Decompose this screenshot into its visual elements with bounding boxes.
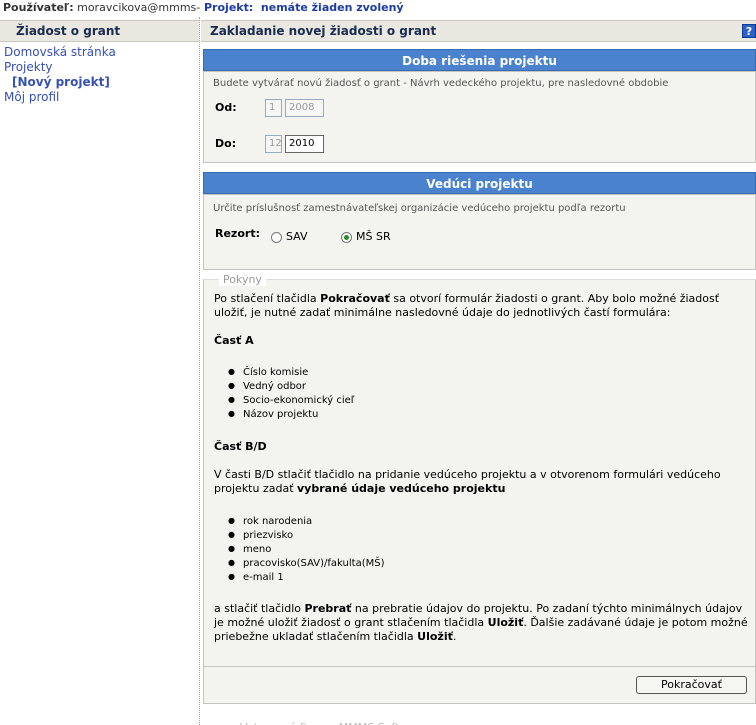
user-email: moravcikova@mmms-softec: [77, 1, 200, 14]
list-item: Socio-ekonomický cieľ: [228, 394, 355, 408]
instructions-outro: a stlačiť tlačidlo Prebrať na prebratie …: [214, 602, 748, 643]
instructions-legend: Pokyny: [219, 273, 266, 286]
footer-text: Vytvorené firmou MMMS Softec s.r.o.: [240, 719, 540, 725]
sidebar-title: Žiadost o grant: [16, 24, 121, 38]
from-label: Od:: [215, 101, 237, 114]
leader-section-header: Vedúci projektu: [203, 172, 756, 194]
list-item: pracovisko(SAV)/fakulta(MŠ): [228, 557, 384, 571]
list-item: Číslo komisie: [228, 366, 355, 380]
help-icon[interactable]: ?: [742, 24, 756, 38]
list-item: e-mail 1: [228, 571, 384, 585]
continue-button[interactable]: Pokračovať: [636, 676, 747, 694]
sidebar-item-projects[interactable]: Projekty: [4, 60, 53, 74]
to-year-field[interactable]: 2010: [285, 135, 324, 153]
period-section-header: Doba riešenia projektu: [203, 49, 756, 71]
period-panel: Budete vytvárať novú žiadosť o grant - N…: [203, 71, 756, 163]
from-year-field[interactable]: 2008: [285, 99, 324, 117]
rezort-mssr-label[interactable]: MŠ SR: [356, 230, 391, 243]
sidebar-divider: [199, 17, 200, 725]
list-item: Vedný odbor: [228, 380, 355, 394]
project-label: Projekt:: [204, 1, 254, 14]
to-month-field[interactable]: 12: [265, 135, 282, 153]
leader-panel: Určite príslušnosť zamestnávateľskej org…: [203, 194, 756, 270]
instructions-intro: Po stlačení tlačidla Pokračovať sa otvor…: [214, 292, 720, 319]
project-value: nemáte žiaden zvolený: [260, 1, 404, 14]
rezort-sav-label[interactable]: SAV: [286, 230, 308, 243]
rezort-sav-radio[interactable]: [271, 232, 282, 243]
part-a-title: Časť A: [214, 334, 254, 347]
part-a-list: Číslo komisie Vedný odbor Socio-ekonomic…: [228, 366, 355, 422]
user-info: Používateľ: moravcikova@mmms-softec: [3, 1, 200, 14]
part-bd-list: rok narodenia priezvisko meno pracovisko…: [228, 515, 384, 585]
list-item: meno: [228, 543, 384, 557]
top-bar: Používateľ: moravcikova@mmms-softec Proj…: [0, 0, 756, 16]
list-item: Názov projektu: [228, 408, 355, 422]
sidebar-item-new-project[interactable]: [Nový projekt]: [12, 75, 110, 89]
main-header: Zakladanie novej žiadosti o grant ?: [201, 20, 756, 42]
sidebar-header: Žiadost o grant: [0, 20, 199, 42]
action-bar: Pokračovať: [203, 666, 756, 704]
instructions-box: Pokyny Po stlačení tlačidla Pokračovať s…: [203, 273, 756, 673]
list-item: rok narodenia: [228, 515, 384, 529]
sidebar: Žiadost o grant Domovská stránka Projekt…: [0, 17, 199, 725]
part-bd-text: V časti B/D stlačiť tlačidlo na pridanie…: [214, 468, 721, 495]
main-content: Zakladanie novej žiadosti o grant ? Doba…: [201, 17, 756, 725]
project-info: Projekt: nemáte žiaden zvolený: [204, 1, 404, 14]
period-description: Budete vytvárať novú žiadosť o grant - N…: [213, 78, 669, 89]
page-title: Zakladanie novej žiadosti o grant: [210, 24, 437, 38]
leader-description: Určite príslušnosť zamestnávateľskej org…: [213, 203, 626, 214]
list-item: priezvisko: [228, 529, 384, 543]
part-bd-title: Časť B/D: [214, 440, 267, 453]
sidebar-item-profile[interactable]: Môj profil: [4, 90, 59, 104]
rezort-mssr-radio[interactable]: [341, 232, 352, 243]
rezort-label: Rezort:: [215, 227, 260, 240]
sidebar-item-home[interactable]: Domovská stránka: [4, 45, 116, 59]
to-label: Do:: [215, 137, 237, 150]
user-label: Používateľ:: [3, 1, 74, 14]
from-month-field[interactable]: 1: [265, 99, 282, 117]
